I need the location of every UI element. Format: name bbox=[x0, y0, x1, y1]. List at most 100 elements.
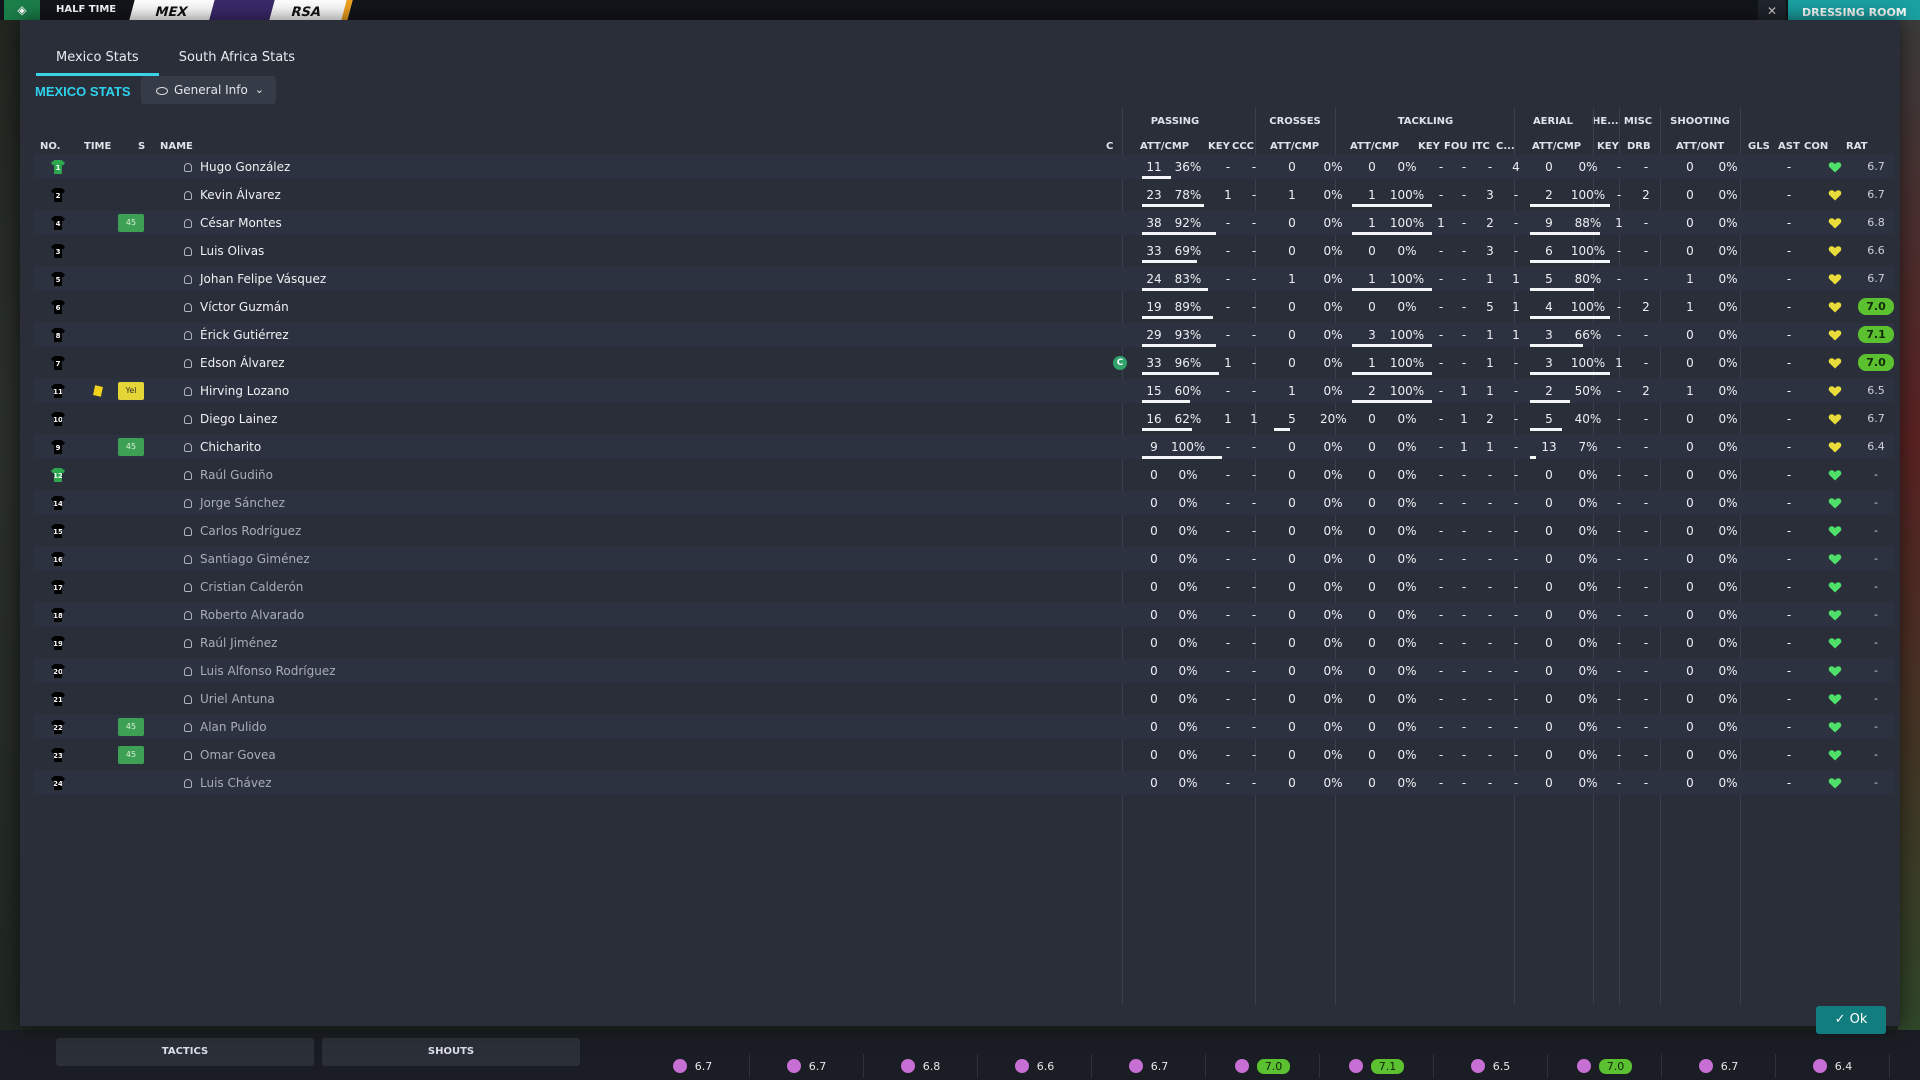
bottom-player-rating[interactable]: 7.0 bbox=[1206, 1054, 1320, 1078]
col-header-pass_ccc[interactable]: CCC bbox=[1232, 141, 1254, 152]
dressing-room-button[interactable]: DRESSING ROOM bbox=[1788, 0, 1920, 20]
table-row[interactable]: 23 45 Omar Govea 0 0% - - 0 0% 0 0% - - - - 0 0% - - 0 0% - - bbox=[34, 743, 1894, 767]
tab-south-africa-stats[interactable]: South Africa Stats bbox=[159, 46, 315, 76]
col-header-pass_attcmp[interactable]: ATT/CMP bbox=[1140, 141, 1189, 152]
rating-value: - bbox=[1874, 552, 1878, 565]
table-row[interactable]: 16 Santiago Giménez 0 0% - - 0 0% 0 0% - - - - 0 0% - - 0 0… bbox=[34, 547, 1894, 571]
player-name[interactable]: Kevin Álvarez bbox=[200, 183, 281, 207]
table-row[interactable]: 24 Luis Chávez 0 0% - - 0 0% 0 0% - - - - 0 0% - - 0 0% - - bbox=[34, 771, 1894, 795]
table-row[interactable]: 12 Raúl Gudiño 0 0% - - 0 0% 0 0% - - - - 0 0% - - 0 0% - - bbox=[34, 463, 1894, 487]
col-header-he_key[interactable]: KEY bbox=[1597, 141, 1619, 152]
player-name[interactable]: Santiago Giménez bbox=[200, 547, 310, 571]
col-header-no[interactable]: NO. bbox=[40, 141, 60, 152]
col-header-tack_fou[interactable]: FOU bbox=[1444, 141, 1467, 152]
table-row[interactable]: 1121YelHirving Lozano1560%--10%2100%-11-… bbox=[34, 379, 1894, 403]
player-name[interactable]: Luis Olivas bbox=[200, 239, 264, 263]
col-header-shoot_attont[interactable]: ATT/ONT bbox=[1676, 141, 1724, 152]
table-row[interactable]: 17 Cristian Calderón 0 0% - - 0 0% 0 0% - - - - 0 0% - - 0… bbox=[34, 575, 1894, 599]
goals bbox=[1752, 239, 1768, 263]
table-row[interactable]: 9 45 Chicharito 9 100% - -0 0% 0 0% -1 1-13 7% - -0 0% -… bbox=[34, 435, 1894, 459]
player-name[interactable]: Raúl Jiménez bbox=[200, 631, 277, 655]
table-row[interactable]: 4 45 César Montes 38 92% - -0 0% 1 100% 1-2-9 88% 1-… bbox=[34, 211, 1894, 235]
table-row[interactable]: 19 Raúl Jiménez 0 0% - - 0 0% 0 0% - - - - 0 0% - - 0 0% - - bbox=[34, 631, 1894, 655]
bottom-player-rating[interactable]: 6.7 bbox=[750, 1054, 864, 1078]
col-header-time[interactable]: TIME bbox=[84, 141, 111, 152]
player-name[interactable]: Uriel Antuna bbox=[200, 687, 275, 711]
col-header-c[interactable]: C bbox=[1106, 141, 1113, 152]
table-row[interactable]: 15 Carlos Rodríguez 0 0% - - 0 0% 0 0% - - - - 0 0% - - 0 0… bbox=[34, 519, 1894, 543]
dribbles: - bbox=[1643, 412, 1649, 426]
ok-button[interactable]: ✓ Ok bbox=[1816, 1006, 1886, 1034]
table-row[interactable]: 21 Uriel Antuna 0 0% - - 0 0% 0 0% - - - - 0 0% - - 0 0% - - bbox=[34, 687, 1894, 711]
player-name[interactable]: Omar Govea bbox=[200, 743, 276, 767]
morale-face-icon bbox=[1470, 1059, 1485, 1073]
clear-cut-chances: - bbox=[1251, 496, 1257, 510]
col-header-rat[interactable]: RAT bbox=[1846, 141, 1867, 152]
tackle-completion: 0% bbox=[1397, 524, 1417, 538]
player-name[interactable]: Diego Lainez bbox=[200, 407, 277, 431]
shots: 0 bbox=[1686, 636, 1694, 650]
player-name[interactable]: Luis Alfonso Rodríguez bbox=[200, 659, 336, 683]
table-row[interactable]: 8 Érick Gutiérrez 29 93% - -0 0% 3 100% - -1 1 3 66% -… bbox=[34, 323, 1894, 347]
col-header-gls[interactable]: GLS bbox=[1748, 141, 1770, 152]
tackles-attempted: 0 bbox=[1368, 552, 1376, 566]
table-row[interactable]: 14 Jorge Sánchez 0 0% - - 0 0% 0 0% - - - - 0 0% - - 0 0% - - bbox=[34, 491, 1894, 515]
bottom-player-rating[interactable]: 6.6 bbox=[978, 1054, 1092, 1078]
bottom-player-rating[interactable]: 6.7 bbox=[1662, 1054, 1776, 1078]
table-row[interactable]: 10 Diego Lainez 16 62% 1 1 5 20% 0 0% -1 2-5 40% - -0 0… bbox=[34, 407, 1894, 431]
player-name[interactable]: Hirving Lozano bbox=[200, 379, 289, 403]
player-name[interactable]: César Montes bbox=[200, 211, 282, 235]
player-name[interactable]: Hugo González bbox=[200, 155, 290, 179]
view-dropdown[interactable]: General Info ⌄ bbox=[141, 76, 276, 104]
player-name[interactable]: Johan Felipe Vásquez bbox=[200, 267, 326, 291]
table-row[interactable]: 22 45 Alan Pulido 0 0% - - 0 0% 0 0% - - - - 0 0% - - 0 0% - - bbox=[34, 715, 1894, 739]
bottom-player-rating[interactable]: 6.7 bbox=[636, 1054, 750, 1078]
col-header-pass_key[interactable]: KEY bbox=[1208, 141, 1230, 152]
table-row[interactable]: 1 Hugo González 11 36% - -0 0% 0 0% - - -4 0 0% - -0 0% -… bbox=[34, 155, 1894, 179]
col-header-aer_attcmp[interactable]: ATT/CMP bbox=[1532, 141, 1581, 152]
col-header-misc_drb[interactable]: DRB bbox=[1627, 141, 1651, 152]
player-name[interactable]: Érick Gutiérrez bbox=[200, 323, 289, 347]
bottom-player-rating[interactable]: 7.1 bbox=[1320, 1054, 1434, 1078]
shouts-button[interactable]: SHOUTS bbox=[322, 1038, 580, 1066]
player-name[interactable]: Alan Pulido bbox=[200, 715, 267, 739]
table-row[interactable]: 3 Luis Olivas 33 69% - -0 0% 0 0% - -3-6 100% - -0 0% -… bbox=[34, 239, 1894, 263]
pass-completion: 36% bbox=[1174, 160, 1202, 174]
col-header-tack_c[interactable]: C... bbox=[1496, 141, 1515, 152]
col-header-tack_key[interactable]: KEY bbox=[1418, 141, 1440, 152]
player-name[interactable]: Víctor Guzmán bbox=[200, 295, 289, 319]
col-header-s[interactable]: S bbox=[138, 141, 145, 152]
close-icon[interactable]: ✕ bbox=[1758, 0, 1786, 20]
clear-cut-chances: - bbox=[1251, 720, 1257, 734]
player-name[interactable]: Roberto Alvarado bbox=[200, 603, 304, 627]
table-row[interactable]: 6 Víctor Guzmán 19 89% - -0 0% 0 0% - -5 1 4 100% -2 1 0… bbox=[34, 295, 1894, 319]
table-row[interactable]: 2 Kevin Álvarez 23 78% 1-1 0% 1 100% - -3-2 100% -2… bbox=[34, 183, 1894, 207]
player-name[interactable]: Chicharito bbox=[200, 435, 261, 459]
bottom-player-rating[interactable]: 6.8 bbox=[864, 1054, 978, 1078]
table-row[interactable]: 7 Edson Álvarez C 33 96% 1-0 0% 1 100% - -1-3 100% 1… bbox=[34, 351, 1894, 375]
bottom-player-rating[interactable]: 6.4 bbox=[1776, 1054, 1890, 1078]
player-name[interactable]: Edson Álvarez bbox=[200, 351, 285, 375]
table-row[interactable]: 5 Johan Felipe Vásquez 24 83% - -1 0% 1 100% - -1 1… bbox=[34, 267, 1894, 291]
player-name[interactable]: Raúl Gudiño bbox=[200, 463, 273, 487]
col-header-tack_attcmp[interactable]: ATT/CMP bbox=[1350, 141, 1399, 152]
col-header-name[interactable]: NAME bbox=[160, 141, 193, 152]
player-name[interactable]: Jorge Sánchez bbox=[200, 491, 285, 515]
bottom-player-rating[interactable]: 7.0 bbox=[1548, 1054, 1662, 1078]
player-name[interactable]: Carlos Rodríguez bbox=[200, 519, 301, 543]
tab-mexico-stats[interactable]: Mexico Stats bbox=[36, 46, 159, 76]
col-header-con[interactable]: CON bbox=[1804, 141, 1828, 152]
fouls: - bbox=[1461, 692, 1467, 706]
tactics-button[interactable]: TACTICS bbox=[56, 1038, 314, 1066]
shots: 0 bbox=[1686, 552, 1694, 566]
col-header-ast[interactable]: AST bbox=[1778, 141, 1800, 152]
table-row[interactable]: 18 Roberto Alvarado 0 0% - - 0 0% 0 0% - - - - 0 0% - - 0 0… bbox=[34, 603, 1894, 627]
bottom-player-rating[interactable]: 6.5 bbox=[1434, 1054, 1548, 1078]
bottom-player-rating[interactable]: 6.7 bbox=[1092, 1054, 1206, 1078]
morale-face-icon bbox=[900, 1059, 915, 1073]
table-row[interactable]: 20 Luis Alfonso Rodríguez 0 0% - - 0 0% 0 0% - - - - 0… bbox=[34, 659, 1894, 683]
col-header-tack_itc[interactable]: ITC bbox=[1472, 141, 1490, 152]
player-name[interactable]: Luis Chávez bbox=[200, 771, 272, 795]
player-name[interactable]: Cristian Calderón bbox=[200, 575, 303, 599]
col-header-cross_attcmp[interactable]: ATT/CMP bbox=[1270, 141, 1319, 152]
